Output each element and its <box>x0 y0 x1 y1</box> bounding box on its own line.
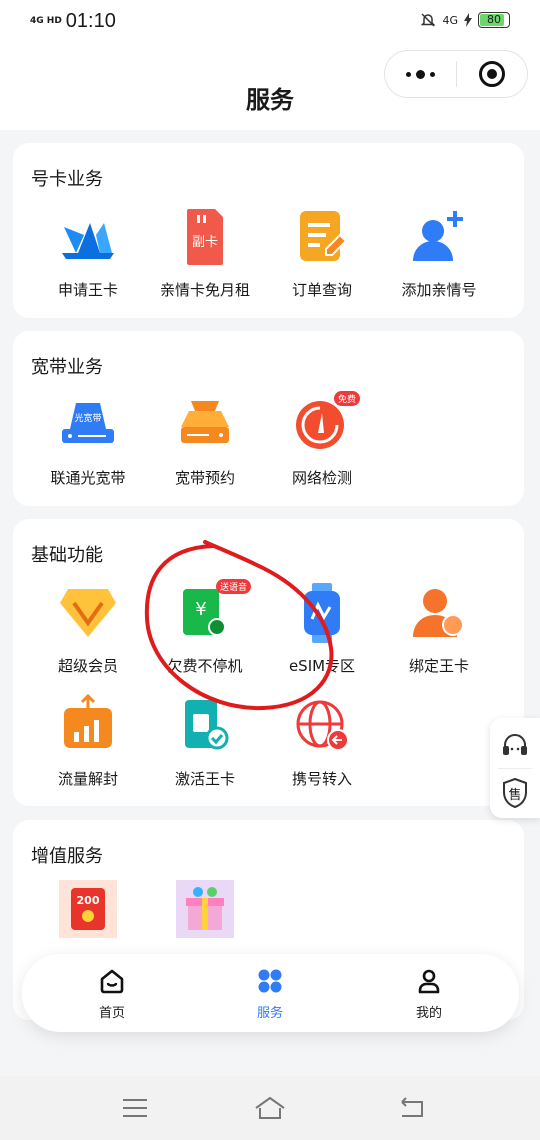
miniapp-capsule <box>384 50 528 98</box>
diamond-icon <box>56 581 120 645</box>
home-icon <box>99 968 125 994</box>
service-item-red-envelope[interactable]: 200 <box>28 880 148 938</box>
service-item-apply-card[interactable]: 申请王卡 <box>28 205 148 300</box>
tab-services[interactable]: 服务 <box>220 968 320 1021</box>
service-item-label: 申请王卡 <box>57 281 118 299</box>
tab-label: 我的 <box>415 1006 442 1021</box>
service-item-label: 绑定王卡 <box>408 657 469 675</box>
recent-apps-button[interactable] <box>118 1094 152 1122</box>
service-item-label: 携号转入 <box>291 770 352 788</box>
service-item-order-query[interactable]: 订单查询 <box>262 205 382 300</box>
tab-label: 首页 <box>98 1006 125 1021</box>
service-item-label: 添加亲情号 <box>401 281 477 299</box>
status-right: 4G 80 <box>420 12 510 28</box>
headset-icon <box>503 734 527 755</box>
more-menu-button[interactable] <box>385 69 456 79</box>
sim-card-icon: 副卡 <box>173 205 237 269</box>
service-item-label: 宽带预约 <box>174 469 235 487</box>
service-item-network-test[interactable]: 免费 网络检测 <box>262 391 382 488</box>
network-indicator: 4G HD <box>30 16 62 26</box>
user-link-icon <box>407 581 471 645</box>
home-system-button[interactable] <box>253 1094 287 1122</box>
battery-indicator: 80 <box>478 12 510 28</box>
system-navigation-bar <box>0 1076 540 1140</box>
service-item-super-member[interactable]: 超级会员 <box>28 581 148 676</box>
bottom-navigation: 首页 服务 我的 <box>22 954 519 1032</box>
close-miniapp-button[interactable] <box>457 61 528 87</box>
service-item-fiber-broadband[interactable]: 光宽带 联通光宽带 <box>28 393 148 488</box>
data-unlock-icon <box>56 693 120 758</box>
network-type: 4G <box>442 13 458 27</box>
service-item-family-card[interactable]: 副卡 亲情卡免月租 <box>145 205 265 300</box>
section-title: 基础功能 <box>31 545 103 566</box>
tab-profile[interactable]: 我的 <box>379 968 479 1021</box>
order-document-icon <box>290 205 354 269</box>
title-bar: 服务 <box>0 44 540 130</box>
customer-service-button[interactable] <box>490 724 540 768</box>
service-item-label: 联通光宽带 <box>50 469 126 487</box>
section-title: 号卡业务 <box>31 169 103 190</box>
section-sim-services: 号卡业务 申请王卡 副卡 亲情卡免月租 订单查询 添加亲情号 <box>13 143 524 318</box>
section-title: 增值服务 <box>31 846 103 867</box>
back-system-button[interactable] <box>394 1094 428 1122</box>
service-item-data-unlock[interactable]: 流量解封 <box>28 693 148 789</box>
service-item-bind-card[interactable]: 绑定王卡 <box>379 581 499 676</box>
section-broadband-services: 宽带业务 光宽带 联通光宽带 宽带预约 免费 网络检测 <box>13 331 524 506</box>
tab-label: 服务 <box>256 1006 283 1021</box>
charging-icon <box>464 13 472 27</box>
red-envelope-icon: 200 <box>59 880 117 938</box>
service-item-gift-box[interactable] <box>145 880 265 938</box>
clock: 01:10 <box>65 10 116 32</box>
modem-icon <box>173 393 237 457</box>
mute-bell-icon <box>421 13 436 27</box>
target-icon <box>478 61 505 87</box>
tab-home[interactable]: 首页 <box>62 968 162 1021</box>
after-sales-label: 售 <box>508 787 522 803</box>
red-annotation-circle <box>144 540 334 711</box>
service-item-label: 订单查询 <box>291 281 352 299</box>
service-item-label: 亲情卡免月租 <box>159 281 250 299</box>
service-item-add-family[interactable]: 添加亲情号 <box>379 205 499 300</box>
status-left: 4G HD 01:10 <box>30 10 116 33</box>
back-arrow-icon <box>401 1097 423 1117</box>
house-outline-icon <box>255 1096 285 1119</box>
crown-logo-icon <box>56 205 120 269</box>
profile-icon <box>416 968 442 994</box>
after-sales-button[interactable]: 售 <box>490 772 540 814</box>
grid-icon <box>257 968 283 994</box>
router-icon: 光宽带 <box>56 393 120 457</box>
service-item-label: 网络检测 <box>291 469 352 487</box>
service-item-broadband-appointment[interactable]: 宽带预约 <box>145 393 265 488</box>
section-title: 宽带业务 <box>31 357 103 378</box>
free-badge: 免费 <box>333 391 360 406</box>
service-item-label: 流量解封 <box>57 770 118 788</box>
gift-box-icon <box>176 880 234 938</box>
status-bar: 4G HD 01:10 4G 80 <box>0 0 540 44</box>
floating-service-panel: 售 <box>490 718 540 818</box>
add-user-icon <box>407 205 471 269</box>
service-item-label: 激活王卡 <box>174 770 235 788</box>
menu-lines-icon <box>123 1099 147 1117</box>
service-item-label: 超级会员 <box>57 657 118 675</box>
speedometer-icon: 免费 <box>290 391 360 457</box>
